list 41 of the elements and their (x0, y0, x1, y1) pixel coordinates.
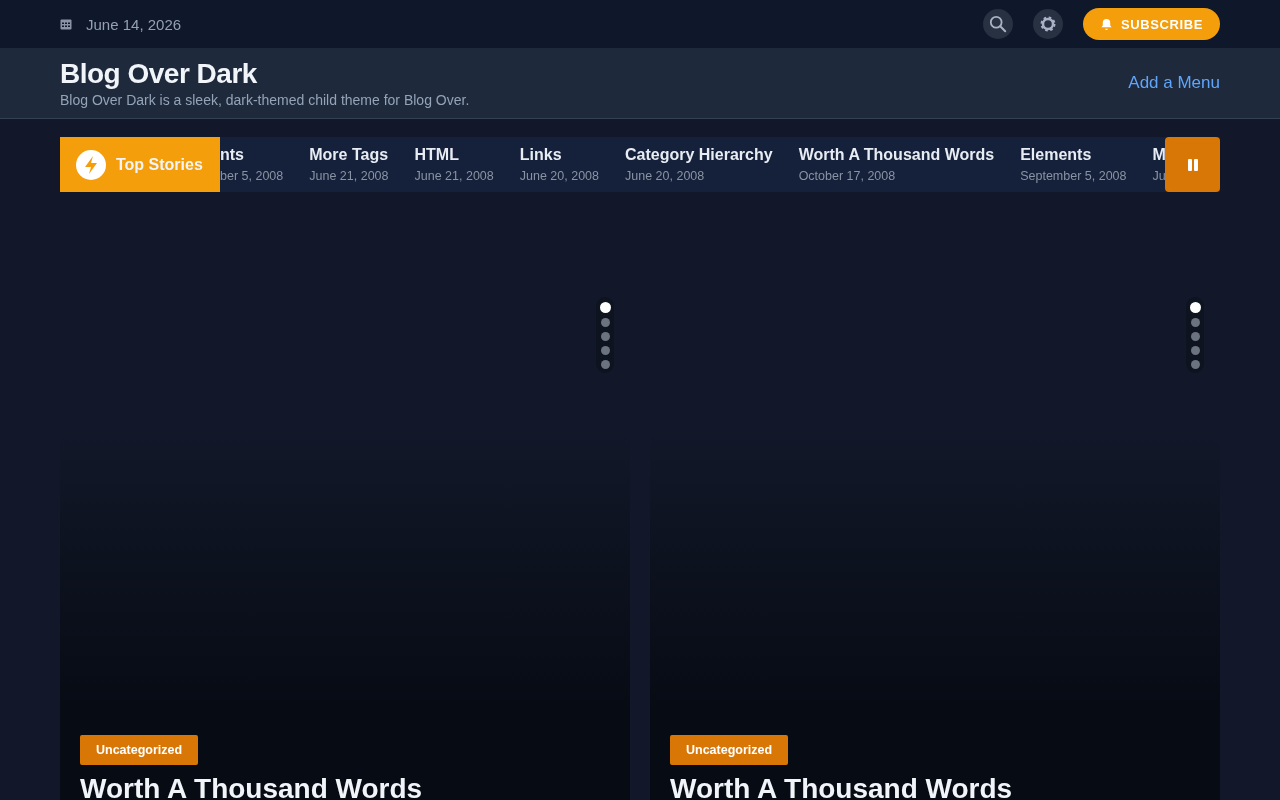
pagination-dot[interactable] (1189, 301, 1201, 313)
post-title[interactable]: Worth A Thousand Words (670, 773, 1200, 800)
story-title-link[interactable]: More Tags (309, 146, 389, 164)
story-date: June 20, 2008 (625, 169, 706, 183)
pagination-dot[interactable] (600, 331, 610, 341)
story-date: June 21, 2008 (309, 169, 389, 183)
current-date: June 14, 2026 (86, 15, 182, 33)
story-date: Ju (1152, 169, 1165, 183)
pagination-dot[interactable] (600, 359, 610, 369)
story-title-link[interactable]: nts (220, 146, 284, 164)
site-tagline: Blog Over Dark is a sleek, dark-themed child theme for Blog Over. (60, 92, 470, 108)
story-title-link[interactable]: M (1152, 146, 1165, 164)
pagination-dot[interactable] (1190, 317, 1200, 327)
search-button[interactable] (983, 9, 1014, 39)
story-date: October 17, 2008 (798, 169, 897, 183)
story-title-link[interactable]: HTML (414, 146, 494, 164)
pagination-dot[interactable] (599, 301, 611, 313)
post-title[interactable]: Worth A Thousand Words (80, 773, 610, 800)
story-title-link[interactable]: Links (519, 146, 599, 164)
calendar-icon (60, 18, 72, 30)
pagination-dot[interactable] (1190, 345, 1200, 355)
add-menu-link[interactable]: Add a Menu (1128, 73, 1220, 93)
story-date: September 5, 2008 (1020, 169, 1127, 183)
site-title[interactable]: Blog Over Dark (60, 58, 470, 90)
pagination-dot[interactable] (600, 317, 610, 327)
story-date: June 20, 2008 (519, 169, 599, 183)
story-title-link[interactable]: Worth A Thousand Words (798, 146, 995, 164)
search-icon (989, 15, 1008, 33)
story-date: June 21, 2008 (414, 169, 494, 183)
pause-icon (1185, 157, 1200, 172)
pagination-dot[interactable] (1190, 359, 1200, 369)
lightning-icon (76, 149, 106, 180)
story-title-link[interactable]: Elements (1020, 146, 1127, 164)
theme-toggle-button[interactable] (1033, 9, 1064, 39)
pagination-dot[interactable] (600, 345, 610, 355)
pause-button[interactable] (1165, 137, 1220, 192)
story-date: ber 5, 2008 (220, 169, 284, 183)
bell-icon (1100, 17, 1114, 31)
pagination-dot[interactable] (1190, 331, 1200, 341)
top-stories-label: Top Stories (60, 137, 220, 192)
story-title-link[interactable]: Category Hierarchy (625, 146, 773, 164)
